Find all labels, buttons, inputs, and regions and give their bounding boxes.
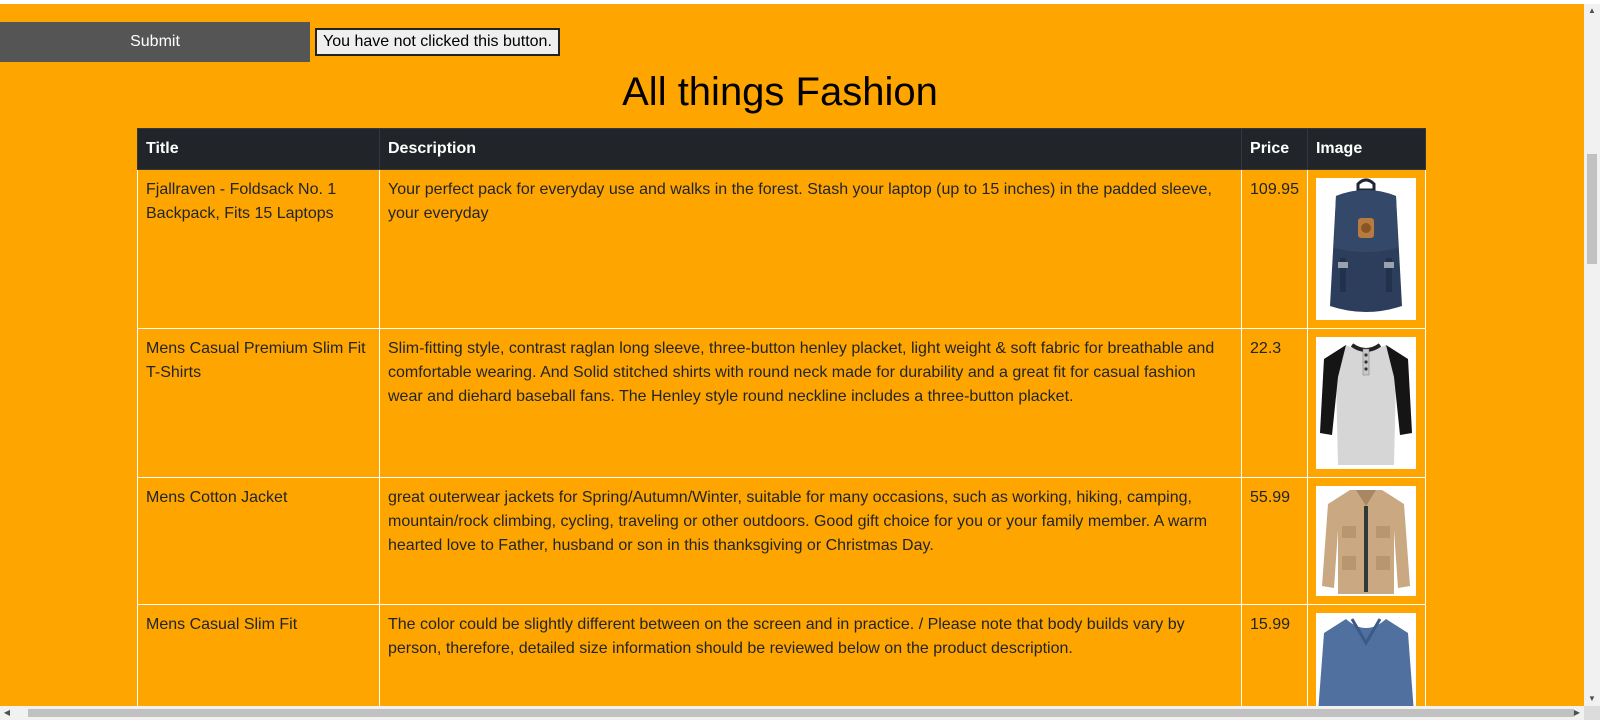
scroll-right-icon[interactable]: ▶ xyxy=(1570,706,1584,720)
products-table: Title Description Price Image Fjallraven… xyxy=(137,128,1427,706)
row-description: The color could be slightly different be… xyxy=(378,604,1243,706)
table-header-row: Title Description Price Image xyxy=(137,128,1427,170)
row-image-cell xyxy=(1306,477,1427,605)
row-title: Fjallraven - Foldsack No. 1 Backpack, Fi… xyxy=(137,169,380,329)
row-title: Mens Casual Premium Slim Fit T-Shirts xyxy=(137,328,380,478)
vertical-scrollbar[interactable]: ▲ ▼ xyxy=(1584,4,1600,706)
row-image-cell xyxy=(1306,328,1427,478)
row-description: Your perfect pack for everyday use and w… xyxy=(378,169,1243,329)
table-row: Mens Casual Slim Fit The color could be … xyxy=(137,604,1427,706)
scrollbar-corner xyxy=(1584,706,1600,720)
backpack-image xyxy=(1315,178,1416,320)
blue-shirt-image xyxy=(1315,613,1416,706)
row-description: Slim-fitting style, contrast raglan long… xyxy=(378,328,1243,478)
table-row: Mens Casual Premium Slim Fit T-Shirts Sl… xyxy=(137,328,1427,478)
header-title: Title xyxy=(137,128,380,170)
page-viewport: Submit You have not clicked this button.… xyxy=(0,4,1584,706)
row-price: 55.99 xyxy=(1241,477,1308,605)
scroll-up-icon[interactable]: ▲ xyxy=(1584,4,1600,18)
row-price: 109.95 xyxy=(1241,169,1308,329)
table-row: Fjallraven - Foldsack No. 1 Backpack, Fi… xyxy=(137,169,1427,329)
henley-shirt-image xyxy=(1315,337,1416,469)
row-image-cell xyxy=(1306,169,1427,329)
click-status-button[interactable]: You have not clicked this button. xyxy=(315,28,560,56)
header-image: Image xyxy=(1306,128,1427,170)
row-price: 15.99 xyxy=(1241,604,1308,706)
vertical-scroll-thumb[interactable] xyxy=(1587,154,1597,264)
row-image-cell xyxy=(1306,604,1427,706)
scroll-left-icon[interactable]: ◀ xyxy=(0,706,14,720)
row-description: great outerwear jackets for Spring/Autum… xyxy=(378,477,1243,605)
scroll-down-icon[interactable]: ▼ xyxy=(1584,692,1600,706)
header-description: Description xyxy=(378,128,1243,170)
horizontal-scroll-thumb[interactable] xyxy=(28,709,1574,717)
submit-button[interactable]: Submit xyxy=(0,22,310,62)
jacket-image xyxy=(1315,486,1416,596)
row-title: Mens Casual Slim Fit xyxy=(137,604,380,706)
page-title: All things Fashion xyxy=(622,70,938,114)
row-title: Mens Cotton Jacket xyxy=(137,477,380,605)
row-price: 22.3 xyxy=(1241,328,1308,478)
table-row: Mens Cotton Jacket great outerwear jacke… xyxy=(137,477,1427,605)
horizontal-scrollbar[interactable]: ◀ ▶ xyxy=(0,706,1584,720)
header-price: Price xyxy=(1241,128,1308,170)
